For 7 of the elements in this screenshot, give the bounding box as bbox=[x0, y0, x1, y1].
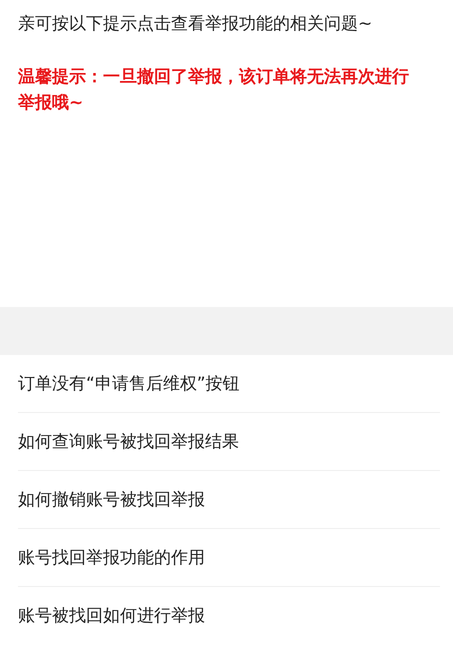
warning-text: 温馨提示：一旦撤回了举报，该订单将无法再次进行举报哦~ bbox=[18, 66, 410, 115]
question-link[interactable]: 订单没有“申请售后维权”按钮 bbox=[18, 372, 240, 396]
question-link[interactable]: 账号被找回如何进行举报 bbox=[18, 604, 205, 628]
question-link[interactable]: 账号找回举报功能的作用 bbox=[18, 546, 205, 570]
intro-text: 亲可按以下提示点击查看举报功能的相关问题~ bbox=[18, 13, 374, 36]
question-link[interactable]: 如何查询账号被找回举报结果 bbox=[18, 430, 239, 454]
question-link[interactable]: 如何撤销账号被找回举报 bbox=[18, 488, 205, 512]
